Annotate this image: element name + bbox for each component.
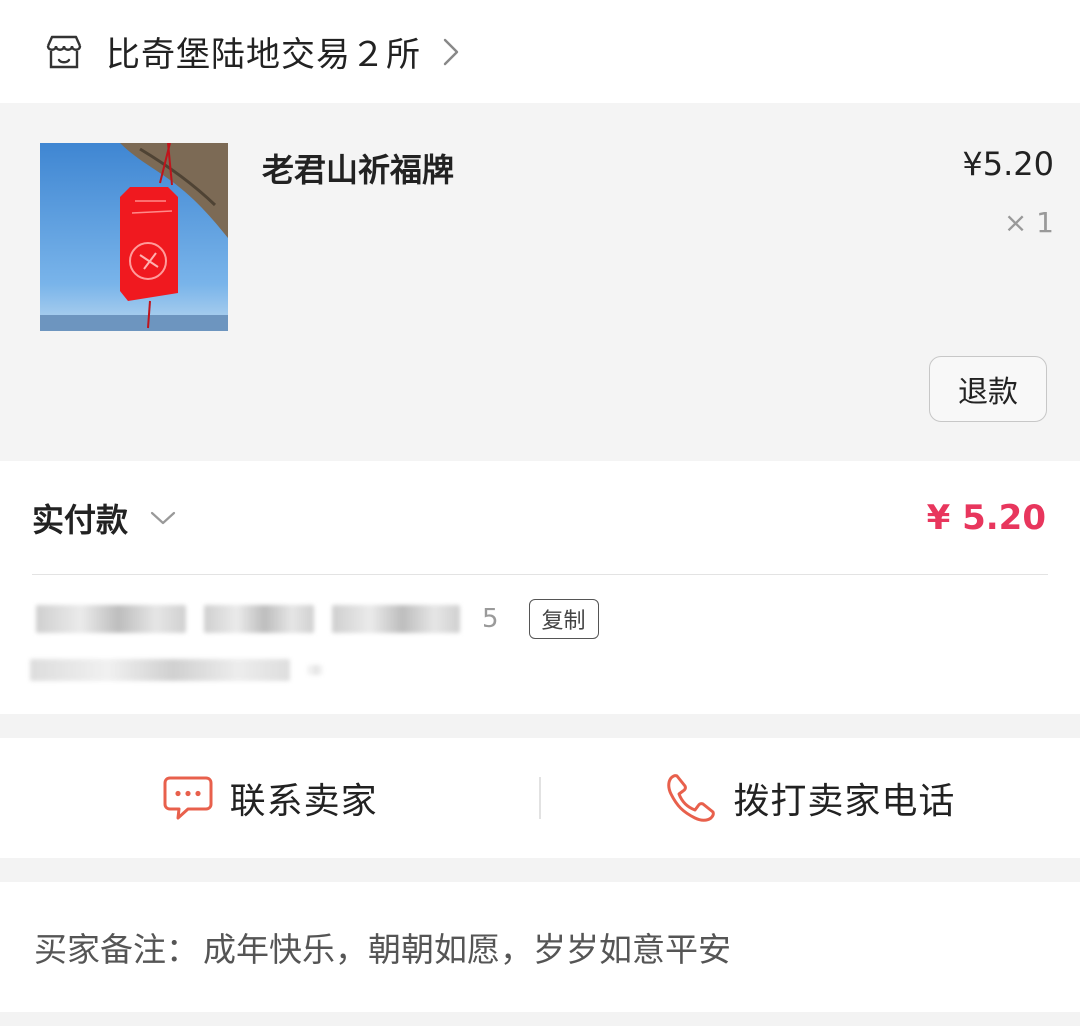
contact-bar: 联系卖家 拨打卖家电话	[0, 738, 1080, 858]
buyer-note-text: 成年快乐，朝朝如愿，岁岁如意平安	[203, 930, 731, 969]
call-seller-button[interactable]: 拨打卖家电话	[541, 738, 1080, 858]
product-card[interactable]: 老君山祈福牌 ¥5.20 × 1 退款	[0, 103, 1080, 461]
shop-icon	[44, 32, 84, 72]
refund-button[interactable]: 退款	[929, 356, 1047, 422]
chevron-right-icon	[441, 36, 461, 68]
paid-amount-row[interactable]: 实付款 ¥ 5.20	[32, 461, 1048, 575]
paid-label: 实付款	[32, 500, 129, 539]
bottom-strip	[0, 1012, 1080, 1026]
order-number-tail: 5	[482, 604, 499, 634]
copy-button[interactable]: 复制	[528, 599, 599, 639]
call-seller-label: 拨打卖家电话	[733, 781, 956, 822]
blurred-order-text	[36, 605, 186, 633]
buyer-note-label: 买家备注：	[34, 930, 199, 969]
paid-amount: ¥ 5.20	[926, 497, 1046, 538]
shop-header[interactable]: 比奇堡陆地交易２所	[0, 0, 1080, 103]
contact-seller-button[interactable]: 联系卖家	[0, 738, 539, 858]
order-number-row: 5 复制	[36, 597, 599, 641]
blurred-info-line	[30, 657, 340, 683]
shop-name[interactable]: 比奇堡陆地交易２所	[106, 27, 421, 76]
payment-section: 实付款 ¥ 5.20 5 复制	[0, 461, 1080, 714]
buyer-note: 买家备注： 成年快乐，朝朝如愿，岁岁如意平安	[0, 882, 1080, 1012]
blurred-info-text	[30, 659, 290, 681]
order-detail-page: 比奇堡陆地交易２所 老君山祈福牌 ¥5.20 × 1 退款 实付款 ¥ 5.20…	[0, 0, 1080, 1026]
blurred-info-text	[308, 665, 322, 675]
product-title[interactable]: 老君山祈福牌	[262, 145, 454, 191]
chat-bubble-icon	[162, 772, 214, 824]
product-thumbnail[interactable]	[40, 143, 228, 331]
contact-seller-label: 联系卖家	[229, 781, 378, 822]
product-price: ¥5.20	[962, 145, 1054, 183]
phone-icon	[665, 772, 717, 824]
product-quantity: × 1	[1003, 206, 1054, 239]
chevron-down-icon[interactable]	[150, 510, 176, 526]
blurred-order-text	[204, 605, 314, 633]
blurred-order-text	[332, 605, 460, 633]
